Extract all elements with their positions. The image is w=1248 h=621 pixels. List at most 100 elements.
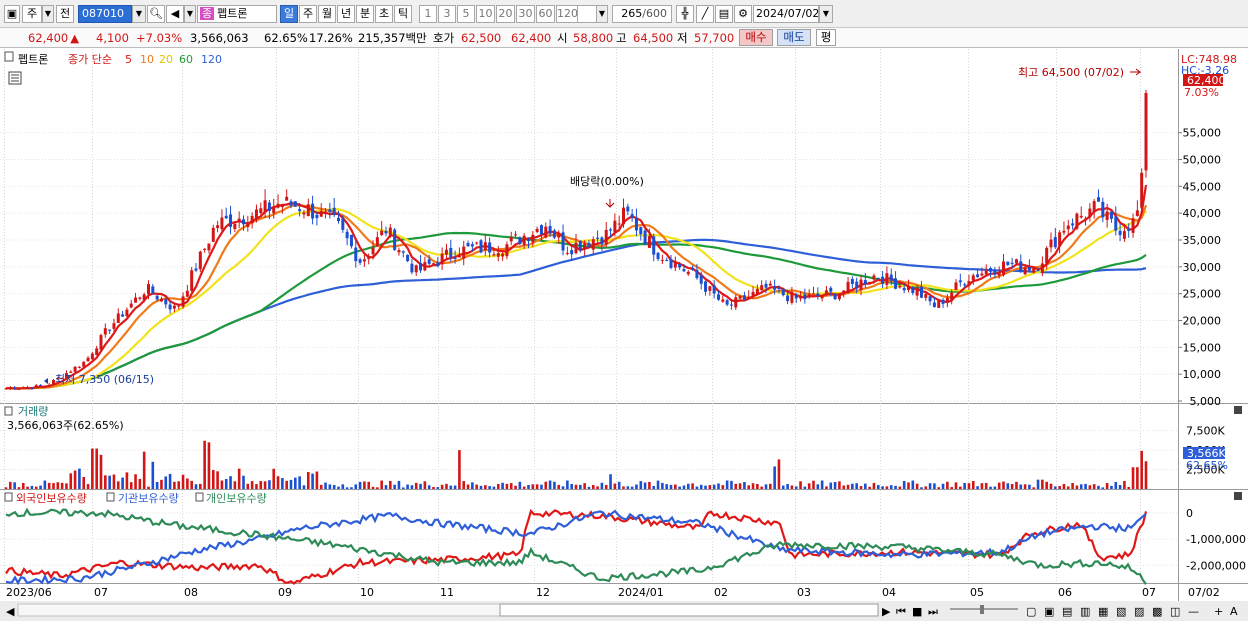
candle-body (505, 244, 509, 257)
volume-bar (250, 481, 254, 489)
timeframe-4[interactable]: 분 (356, 5, 374, 23)
candle-body (786, 295, 790, 302)
candle-body (548, 226, 552, 234)
volume-bar (760, 486, 763, 489)
volume-bar (1084, 483, 1087, 489)
interval-6[interactable]: 60 (536, 5, 555, 23)
timeframe-1[interactable]: 주 (299, 5, 317, 23)
volume-close-icon[interactable] (1234, 406, 1242, 414)
volume-bar (915, 483, 919, 489)
stock-name-field[interactable]: 종 펩트론 (197, 5, 277, 23)
window-menu-icon[interactable]: ▣ (4, 5, 20, 23)
candle-icon[interactable]: ╬ (676, 5, 694, 23)
candle-body (26, 387, 30, 389)
save-icon[interactable]: ▤ (715, 5, 733, 23)
timeframe-3[interactable]: 년 (337, 5, 355, 23)
date-input[interactable]: 2024/07/02 (753, 5, 819, 23)
volume-bar (881, 486, 884, 489)
bid2-value: 62,400 (511, 31, 552, 45)
scroll-thumb[interactable] (499, 603, 879, 617)
volume-bar (579, 484, 582, 489)
candle-body (799, 296, 803, 299)
count-input[interactable]: 265/600 (612, 5, 672, 23)
layout-icon-7[interactable]: ▨ (1134, 605, 1144, 618)
interval-2[interactable]: 5 (457, 5, 475, 23)
buy-button[interactable]: 매수 (739, 29, 773, 46)
speaker-icon[interactable]: ◀ (166, 5, 184, 23)
volume-bar (799, 481, 802, 489)
chart-area[interactable]: 펩트론 종가 단순 5 10 20 60 120 LC:748.98 HC:-3… (0, 49, 1248, 621)
settings-icon[interactable]: ⚙ (734, 5, 752, 23)
zoom-in-icon[interactable]: + (1214, 605, 1223, 618)
candle-body (181, 296, 185, 307)
scroll-right-icon[interactable]: ▶ (882, 605, 891, 618)
volume-bar (56, 482, 60, 489)
timeframe-2[interactable]: 월 (318, 5, 336, 23)
draw-tool-icon[interactable]: ╱ (696, 5, 714, 23)
holdings-close-icon[interactable] (1234, 492, 1242, 500)
code-dropdown-icon[interactable]: ▼ (132, 5, 146, 23)
zoom-out-icon[interactable]: — (1188, 605, 1199, 618)
speaker-dropdown-icon[interactable]: ▼ (184, 5, 196, 23)
interval-5[interactable]: 30 (516, 5, 535, 23)
timeframe-0[interactable]: 일 (280, 5, 298, 23)
ma-label-60: 60 (179, 53, 193, 66)
layout-icon-2[interactable]: ▣ (1044, 605, 1054, 618)
candle-body (311, 203, 315, 219)
interval-1[interactable]: 3 (438, 5, 456, 23)
sell-button[interactable]: 매도 (777, 29, 811, 46)
candle-body (362, 259, 366, 262)
volume-bar (691, 483, 694, 489)
search-icon[interactable]: 🔍︎ (147, 5, 165, 23)
period-select[interactable]: 주 (22, 5, 42, 23)
candle-body (207, 243, 211, 251)
period-dropdown-icon[interactable]: ▼ (42, 5, 54, 23)
date-label: 05 (970, 586, 984, 599)
layout-icon-1[interactable]: ▢ (1026, 605, 1036, 618)
avg-button[interactable]: 평 (816, 29, 836, 46)
scroll-track[interactable] (17, 603, 501, 617)
candle-body (259, 208, 263, 214)
font-size-icon[interactable]: A (1230, 605, 1238, 618)
candle-body (384, 230, 388, 234)
layout-icon-4[interactable]: ▥ (1080, 605, 1090, 618)
volume-bar (177, 481, 181, 489)
candle-body (932, 302, 936, 307)
fast-forward-icon[interactable]: ⏭ (928, 605, 938, 618)
interval-0[interactable]: 1 (419, 5, 437, 23)
volume-bar (669, 484, 673, 489)
timeframe-5[interactable]: 초 (375, 5, 393, 23)
date-dropdown-icon[interactable]: ▼ (819, 5, 833, 23)
ma-label-5: 5 (125, 53, 132, 66)
interval-7[interactable]: 120 (556, 5, 578, 23)
timeframe-6[interactable]: 틱 (394, 5, 412, 23)
layout-icon-3[interactable]: ▤ (1062, 605, 1072, 618)
layout-icon-9[interactable]: ◫ (1170, 605, 1180, 618)
rewind-icon[interactable]: ⏮ (896, 605, 906, 618)
candle-body (829, 287, 833, 292)
layout-icon-8[interactable]: ▩ (1152, 605, 1162, 618)
layout-icon-5[interactable]: ▦ (1098, 605, 1108, 618)
scroll-left-icon[interactable]: ◀ (6, 605, 15, 618)
volume-bar (838, 481, 841, 489)
candle-body (250, 215, 254, 224)
volume-bar (751, 483, 755, 489)
zoom-slider-handle[interactable] (980, 605, 984, 614)
indicator-label: 종가 단순 (68, 53, 112, 66)
code-input[interactable]: 087010 (78, 5, 132, 23)
layout-icon-6[interactable]: ▧ (1116, 605, 1126, 618)
candle-body (760, 285, 764, 291)
prev-button[interactable]: 전 (56, 5, 74, 23)
volume-bar (181, 474, 185, 489)
interval-3[interactable]: 10 (476, 5, 495, 23)
candle-body (1127, 228, 1131, 231)
candle-body (1135, 210, 1139, 216)
volume-bar (535, 484, 539, 489)
stop-icon[interactable]: ■ (912, 605, 922, 618)
interval-4[interactable]: 20 (496, 5, 515, 23)
price-tick: 30,000 (1183, 261, 1222, 274)
volume-bar (747, 485, 751, 489)
candle-body (444, 249, 448, 255)
foreign-holdings-label: 외국인보유수량 (16, 492, 87, 505)
interval-dropdown-icon[interactable]: ▼ (596, 5, 608, 23)
